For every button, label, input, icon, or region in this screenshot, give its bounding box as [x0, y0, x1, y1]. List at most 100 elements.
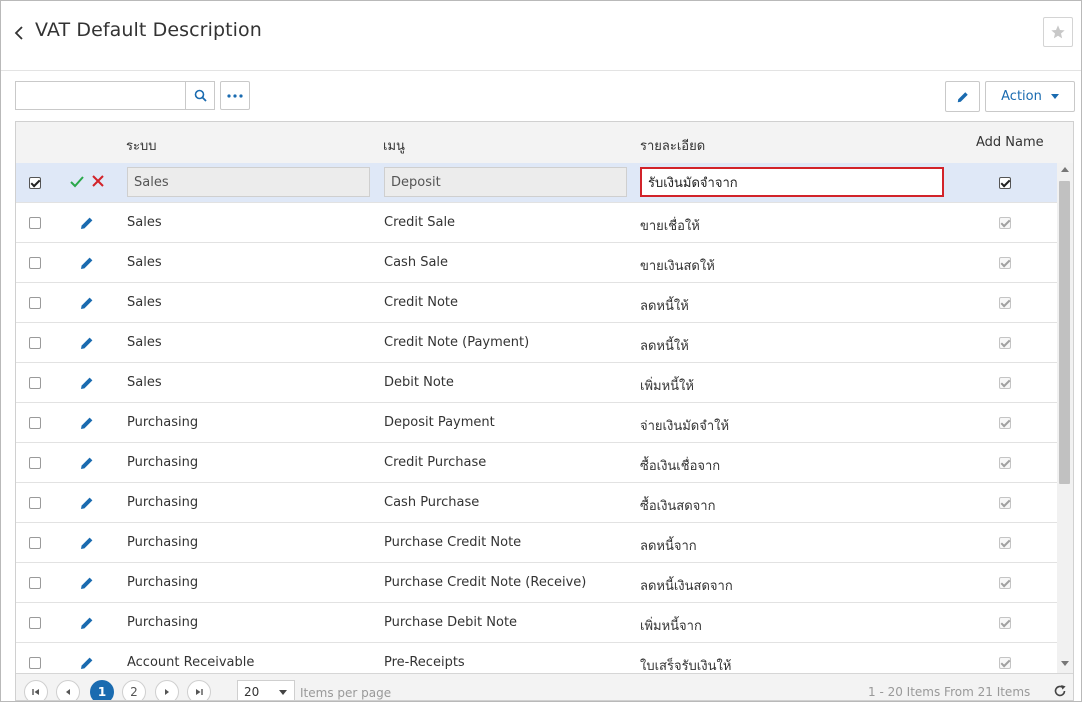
row-checkbox[interactable] — [29, 657, 41, 669]
pencil-icon[interactable] — [79, 615, 95, 631]
row-checkbox[interactable] — [29, 457, 41, 469]
more-options-button[interactable] — [220, 81, 250, 110]
pencil-icon[interactable] — [79, 535, 95, 551]
prev-page-button[interactable] — [56, 680, 80, 700]
search-input[interactable] — [15, 81, 186, 110]
cell-menu: Purchase Credit Note — [384, 535, 522, 550]
table-row[interactable]: Purchasing Purchase Debit Note เพิ่มหนี้จา… — [16, 603, 1057, 643]
cell-description: ใบเสร็จรับเงินให้ — [640, 659, 732, 673]
items-per-page-label: Items per page — [300, 686, 392, 700]
cell-system: Sales — [127, 215, 162, 230]
pencil-icon[interactable] — [79, 375, 95, 391]
cell-description: ขายเชื่อให้ — [640, 219, 700, 234]
table-row[interactable]: Sales Credit Note ลดหนี้ให้ — [16, 283, 1057, 323]
cancel-icon[interactable] — [91, 174, 105, 192]
cell-system: Purchasing — [127, 415, 199, 430]
row-checkbox[interactable] — [29, 377, 41, 389]
action-label: Action — [1001, 89, 1042, 104]
table-row[interactable]: Purchasing Purchase Credit Note ลดหนี้จาก — [16, 523, 1057, 563]
scroll-up-icon[interactable] — [1061, 167, 1069, 172]
favorite-button[interactable] — [1043, 17, 1073, 47]
column-header-system[interactable]: ระบบ — [126, 135, 156, 156]
row-checkbox[interactable] — [29, 297, 41, 309]
column-header-add-name[interactable]: Add Name — [976, 135, 1044, 150]
row-checkbox[interactable] — [29, 577, 41, 589]
search-button[interactable] — [185, 81, 215, 110]
pencil-icon[interactable] — [79, 575, 95, 591]
ellipsis-icon — [227, 93, 243, 98]
row-checkbox[interactable] — [29, 177, 41, 189]
cell-menu: Debit Note — [384, 375, 454, 390]
table-row-editing[interactable] — [16, 163, 1057, 203]
page-button-2[interactable]: 2 — [122, 680, 146, 700]
pencil-icon — [957, 91, 968, 102]
column-header-description[interactable]: รายละเอียด — [640, 135, 705, 156]
row-checkbox[interactable] — [29, 497, 41, 509]
cell-system: Purchasing — [127, 535, 199, 550]
pencil-icon[interactable] — [79, 295, 95, 311]
page-button-1[interactable]: 1 — [90, 680, 114, 700]
add-name-checkbox[interactable] — [999, 177, 1011, 189]
cell-menu: Credit Note (Payment) — [384, 335, 530, 350]
add-name-checkbox — [999, 577, 1011, 589]
table-row[interactable]: Purchasing Deposit Payment จ่ายเงินมัดจำให… — [16, 403, 1057, 443]
row-checkbox[interactable] — [29, 417, 41, 429]
pager-range-info: 1 - 20 Items From 21 Items — [868, 685, 1031, 699]
row-checkbox[interactable] — [29, 337, 41, 349]
cell-system: Sales — [127, 335, 162, 350]
row-checkbox[interactable] — [29, 217, 41, 229]
confirm-icon[interactable] — [69, 174, 85, 194]
app-window: VAT Default Description Action ระบบ เมนู… — [0, 0, 1082, 702]
cell-menu: Deposit Payment — [384, 415, 495, 430]
cell-description: เพิ่มหนี้จาก — [640, 619, 702, 634]
table-row[interactable]: Sales Cash Sale ขายเงินสดให้ — [16, 243, 1057, 283]
cell-menu: Purchase Credit Note (Receive) — [384, 575, 587, 590]
table-row[interactable]: Purchasing Credit Purchase ซื้อเงินเชื่อจา… — [16, 443, 1057, 483]
last-page-icon — [196, 689, 203, 695]
pencil-icon[interactable] — [79, 655, 95, 671]
edit-button[interactable] — [945, 81, 980, 112]
cell-description: ลดหนี้ให้ — [640, 339, 689, 354]
cell-description: จ่ายเงินมัดจำให้ — [640, 419, 730, 434]
vertical-scrollbar[interactable] — [1057, 163, 1073, 673]
caret-down-icon — [279, 690, 287, 695]
cell-description: ขายเงินสดให้ — [640, 259, 715, 274]
description-field[interactable] — [640, 167, 944, 197]
cell-menu: Cash Purchase — [384, 495, 480, 510]
table-row[interactable]: Purchasing Cash Purchase ซื้อเงินสดจาก — [16, 483, 1057, 523]
table-row[interactable]: Sales Debit Note เพิ่มหนี้ให้ — [16, 363, 1057, 403]
last-page-button[interactable] — [187, 680, 211, 700]
add-name-checkbox — [999, 297, 1011, 309]
table-row[interactable]: Sales Credit Sale ขายเชื่อให้ — [16, 203, 1057, 243]
pencil-icon[interactable] — [79, 495, 95, 511]
row-checkbox[interactable] — [29, 257, 41, 269]
scroll-down-icon[interactable] — [1061, 661, 1069, 666]
next-page-button[interactable] — [155, 680, 179, 700]
add-name-checkbox — [999, 657, 1011, 669]
table-row[interactable]: Sales Credit Note (Payment) ลดหนี้ให้ — [16, 323, 1057, 363]
table-row[interactable]: Account Receivable Pre-Receipts ใบเสร็จรับ… — [16, 643, 1057, 673]
refresh-icon[interactable] — [1053, 684, 1067, 698]
pencil-icon[interactable] — [79, 415, 95, 431]
column-header-menu[interactable]: เมนู — [383, 135, 405, 156]
add-name-checkbox — [999, 417, 1011, 429]
scrollbar-thumb[interactable] — [1059, 181, 1070, 484]
cell-description: เพิ่มหนี้ให้ — [640, 379, 694, 394]
pencil-icon[interactable] — [79, 455, 95, 471]
row-checkbox[interactable] — [29, 537, 41, 549]
menu-field[interactable] — [384, 167, 627, 197]
add-name-checkbox — [999, 617, 1011, 629]
system-field[interactable] — [127, 167, 370, 197]
back-icon[interactable] — [11, 21, 29, 45]
cell-description: ซื้อเงินสดจาก — [640, 499, 716, 514]
table-row[interactable]: Purchasing Purchase Credit Note (Receive)… — [16, 563, 1057, 603]
action-dropdown[interactable]: Action — [985, 81, 1075, 112]
page-size-select[interactable]: 20 — [237, 680, 295, 700]
pencil-icon[interactable] — [79, 215, 95, 231]
first-page-button[interactable] — [24, 680, 48, 700]
cell-system: Purchasing — [127, 575, 199, 590]
cell-menu: Cash Sale — [384, 255, 449, 270]
pencil-icon[interactable] — [79, 335, 95, 351]
row-checkbox[interactable] — [29, 617, 41, 629]
pencil-icon[interactable] — [79, 255, 95, 271]
